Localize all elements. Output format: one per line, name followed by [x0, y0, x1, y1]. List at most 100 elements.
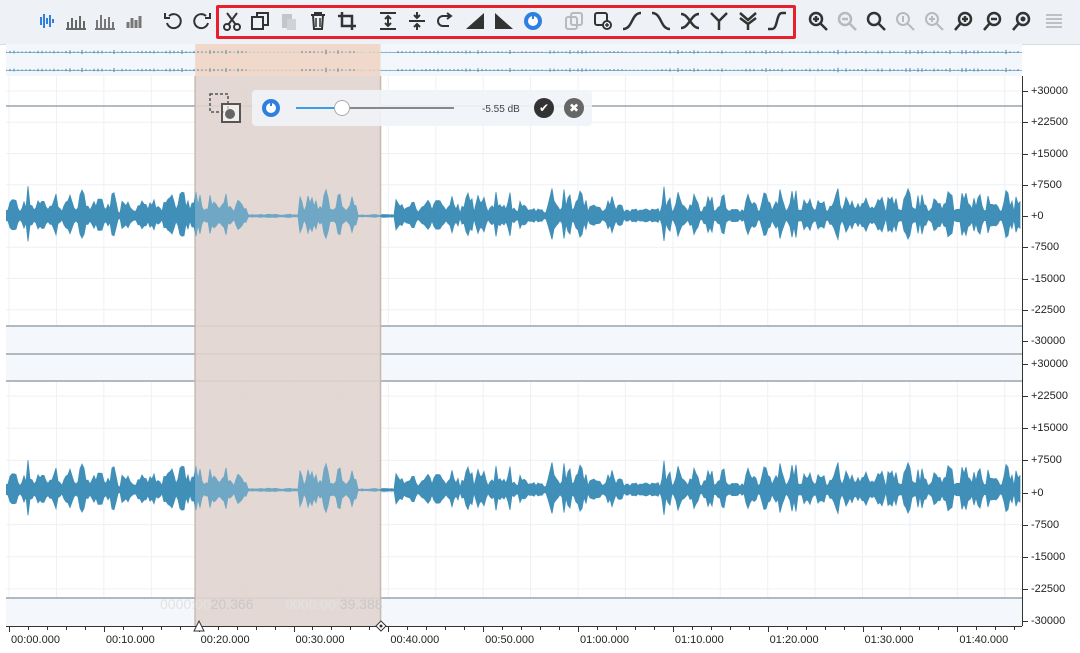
amplitude-tick	[1023, 460, 1028, 462]
fade-out-button[interactable]	[492, 9, 516, 33]
channel-gap-2	[6, 598, 1022, 626]
zoom-in-button[interactable]	[806, 9, 830, 33]
paste-button[interactable]	[277, 9, 301, 33]
amplitude-ruler: +30000 +22500 +15000 +7500 +0 -7500 -15000 -225…	[1022, 76, 1080, 627]
time-minor-tick	[653, 627, 655, 630]
time-minor-tick	[502, 627, 504, 630]
amplitude-tick	[1023, 216, 1028, 217]
time-minor-tick	[729, 627, 731, 630]
time-minor-tick	[274, 627, 276, 630]
zoom-amp-fit-button[interactable]	[1009, 9, 1033, 33]
undo-button[interactable]	[161, 9, 185, 33]
time-ruler[interactable]: 00:00.000 00:10.000 00:20.000 00:30.000 00:4…	[6, 626, 1022, 653]
time-tick	[862, 627, 864, 632]
toolbar	[0, 0, 1080, 45]
more-menu-button[interactable]	[1042, 9, 1066, 33]
copy-button[interactable]	[248, 9, 272, 33]
zoom-selection-button[interactable]	[893, 9, 917, 33]
amplitude-label: +0	[1031, 210, 1044, 222]
overview-waveform	[6, 44, 1019, 76]
curve-up-button[interactable]	[620, 9, 644, 33]
zoom-amp-out-icon	[983, 11, 1002, 31]
fade-in-button[interactable]	[463, 9, 487, 33]
merge-button[interactable]	[736, 9, 760, 33]
gain-slider-thumb[interactable]	[333, 100, 350, 116]
waveform-area[interactable]	[6, 76, 1022, 626]
amplitude-label: -15000	[1031, 550, 1066, 563]
amplitude-label: +22500	[1031, 116, 1069, 129]
time-minor-tick	[255, 627, 257, 630]
time-minor-tick	[464, 627, 466, 630]
join-button[interactable]	[707, 9, 731, 33]
volume-knob-button[interactable]	[521, 9, 545, 33]
zoom-amp-out-button[interactable]	[980, 9, 1004, 33]
selection-start-prefix: 0000:00	[160, 596, 211, 612]
mix-paste-button[interactable]	[591, 9, 615, 33]
time-minor-tick	[786, 627, 788, 630]
waveform-overview[interactable]	[6, 44, 1022, 77]
amplitude-tick	[1023, 396, 1028, 398]
time-minor-tick	[160, 627, 162, 630]
selection-start-time: 20.366	[210, 596, 254, 612]
spectrum-levels-button[interactable]	[121, 9, 145, 33]
spectrum-mixed-icon	[95, 15, 115, 30]
waveform-canvas[interactable]	[6, 76, 1022, 626]
spectrum-waveform-button[interactable]	[34, 9, 58, 33]
crop-icon	[338, 12, 356, 30]
selection-end-time: 39.388	[339, 596, 383, 612]
zoom-reset-button[interactable]	[922, 9, 946, 33]
time-minor-tick	[236, 627, 238, 630]
spectrum-mixed-button[interactable]	[92, 9, 116, 33]
insert-silence-button[interactable]	[376, 9, 400, 33]
amplitude-label: +15000	[1031, 147, 1069, 160]
time-minor-tick	[540, 627, 542, 630]
time-minor-tick	[805, 627, 807, 630]
amplitude-label: +30000	[1031, 85, 1069, 97]
amplitude-tick	[1023, 184, 1028, 186]
spectrum-bars-button[interactable]	[63, 9, 87, 33]
copy-icon	[251, 12, 269, 30]
time-tick	[483, 627, 485, 632]
zoom-amp-in-button[interactable]	[951, 9, 975, 33]
amplitude-tick	[1023, 341, 1028, 342]
zoom-fit-button[interactable]	[864, 9, 888, 33]
paste-icon	[282, 14, 296, 30]
selection-handle-icon[interactable]	[208, 92, 244, 126]
cut-button[interactable]	[220, 9, 244, 33]
gain-value-label: -5.55 dB	[482, 104, 520, 115]
cancel-button[interactable]: ✖	[564, 98, 584, 118]
confirm-button[interactable]: ✔	[534, 98, 554, 118]
crop-button[interactable]	[335, 9, 359, 33]
time-minor-tick	[559, 627, 561, 630]
amplitude-label: +7500	[1031, 454, 1062, 467]
time-minor-tick	[976, 627, 978, 630]
spectrum-bars-icon	[66, 16, 86, 30]
remove-silence-button[interactable]	[405, 9, 429, 33]
duplicate-icon	[565, 12, 583, 30]
amplitude-tick	[1023, 364, 1028, 365]
time-label: 00:40.000	[390, 634, 440, 646]
waveform-channel-2	[6, 460, 1021, 516]
time-tick	[103, 627, 105, 632]
duplicate-button[interactable]	[562, 9, 586, 33]
gain-slider[interactable]	[296, 100, 454, 116]
amplitude-tick	[1023, 556, 1028, 558]
crossfade-button[interactable]	[678, 9, 702, 33]
time-minor-tick	[881, 627, 883, 630]
selection-start-marker[interactable]	[193, 619, 205, 632]
spectrum-waveform-icon	[40, 14, 54, 28]
amplitude-tick	[1023, 621, 1028, 622]
fade-in-icon	[466, 13, 484, 29]
reverse-button[interactable]	[434, 9, 458, 33]
time-minor-tick	[84, 627, 86, 630]
time-label: 01:20.000	[769, 634, 819, 646]
time-label: 00:50.000	[485, 634, 535, 646]
redo-button[interactable]	[190, 9, 214, 33]
delete-button[interactable]	[306, 9, 330, 33]
curve-down-button[interactable]	[649, 9, 673, 33]
selection-end-marker[interactable]	[375, 619, 387, 632]
zoom-out-button[interactable]	[835, 9, 859, 33]
time-minor-tick	[65, 627, 67, 630]
amplitude-label: -30000	[1031, 615, 1066, 627]
s-curve-button[interactable]	[765, 9, 789, 33]
